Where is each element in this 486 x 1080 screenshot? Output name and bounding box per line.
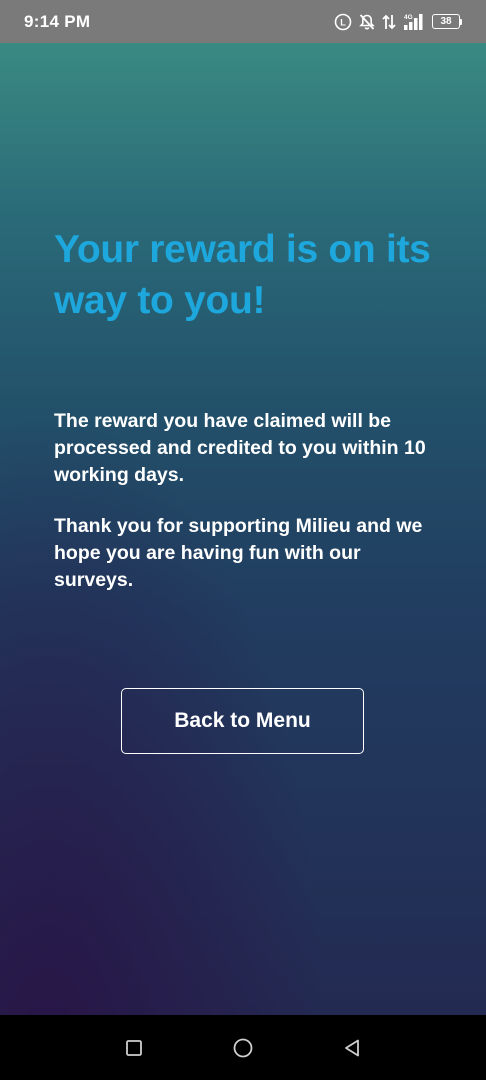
mute-icon: [358, 13, 376, 31]
data-arrows-icon: [382, 13, 396, 31]
home-circle-icon[interactable]: [223, 1028, 263, 1068]
battery-tip: [460, 18, 462, 25]
back-to-menu-button[interactable]: Back to Menu: [121, 688, 364, 754]
svg-text:L: L: [340, 17, 346, 27]
network-type-label: 4G: [404, 14, 413, 21]
reward-confirmation-screen: Your reward is on its way to you! The re…: [0, 43, 486, 1015]
battery-icon: 38: [432, 14, 462, 29]
volte-icon: L: [334, 13, 352, 31]
back-triangle-icon[interactable]: [332, 1028, 372, 1068]
status-time: 9:14 PM: [24, 11, 91, 31]
status-bar: 9:14 PM L 4G 38: [0, 0, 486, 43]
signal-icon: 4G: [402, 13, 426, 31]
thank-you-message: Thank you for supporting Milieu and we h…: [54, 515, 423, 591]
status-icons: L 4G 38: [334, 13, 462, 31]
processing-message: The reward you have claimed will be proc…: [54, 410, 426, 486]
battery-level: 38: [432, 14, 460, 29]
recents-square-icon[interactable]: [114, 1028, 154, 1068]
navigation-bar: [0, 1015, 486, 1080]
page-title: Your reward is on its way to you!: [54, 228, 431, 322]
